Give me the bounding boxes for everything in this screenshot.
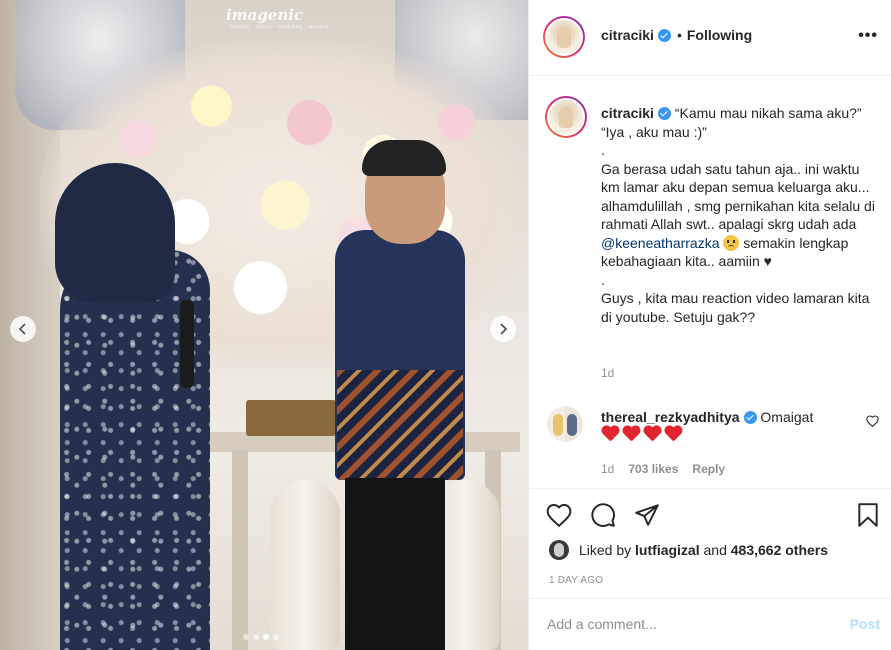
post-photo[interactable]: imagenic beauty · story · wedding · even… bbox=[0, 0, 528, 650]
verified-badge-icon bbox=[657, 28, 671, 42]
save-button[interactable] bbox=[854, 501, 882, 529]
share-button[interactable] bbox=[633, 501, 661, 529]
watermark-subtext: beauty · story · wedding · events bbox=[230, 24, 329, 30]
action-icons bbox=[545, 501, 661, 529]
author-username[interactable]: citraciki bbox=[601, 27, 654, 43]
comment-meta: 1d 703 likes Reply bbox=[601, 462, 725, 476]
like-button[interactable] bbox=[545, 501, 573, 529]
author-row: citraciki • Following bbox=[601, 27, 752, 43]
photo-table-leg bbox=[232, 450, 248, 650]
liker-username[interactable]: lutfiagizal bbox=[635, 542, 700, 558]
caption-text: citraciki “Kamu mau nikah sama aku?” “Iy… bbox=[601, 104, 881, 326]
caption-username[interactable]: citraciki bbox=[601, 105, 654, 121]
photo-watermark: imagenic beauty · story · wedding · even… bbox=[226, 6, 329, 30]
comment-input[interactable] bbox=[547, 616, 817, 632]
chevron-right-icon bbox=[500, 323, 508, 335]
caption-avatar[interactable] bbox=[545, 96, 587, 138]
commenter-username[interactable]: thereal_rezkyadhitya bbox=[601, 409, 740, 425]
comment-text: thereal_rezkyadhitya Omaigat bbox=[601, 408, 851, 426]
caption-line: Guys , kita mau reaction video lamaran k… bbox=[601, 290, 870, 325]
red-heart-emoji-icon bbox=[601, 426, 619, 442]
chevron-left-icon bbox=[18, 323, 26, 335]
watermark-text: imagenic bbox=[226, 6, 304, 24]
red-heart-emoji-icon bbox=[643, 426, 661, 442]
heart-icon bbox=[546, 504, 572, 527]
likes-others[interactable]: 483,662 others bbox=[731, 542, 828, 558]
add-comment-bar: Post bbox=[529, 598, 891, 650]
comment-body: Omaigat bbox=[760, 409, 814, 425]
commenter-avatar[interactable] bbox=[547, 406, 583, 442]
likes-suffix: and bbox=[703, 542, 727, 558]
caption-time: 1d bbox=[601, 366, 615, 380]
carousel-dot bbox=[263, 634, 269, 640]
following-button[interactable]: Following bbox=[687, 27, 752, 43]
caption-line: . bbox=[601, 142, 605, 158]
carousel-indicator bbox=[243, 634, 279, 640]
comment-icon bbox=[591, 503, 615, 527]
post-details-panel: citraciki • Following ••• citraciki “Kam… bbox=[528, 0, 891, 650]
heart-icon bbox=[866, 415, 879, 428]
comment-button[interactable] bbox=[589, 501, 617, 529]
photo-man-trousers bbox=[345, 478, 445, 650]
post-header: citraciki • Following ••• bbox=[529, 0, 891, 76]
verified-badge-icon bbox=[743, 411, 757, 424]
comment-likes[interactable]: 703 likes bbox=[628, 462, 678, 476]
more-options-icon[interactable]: ••• bbox=[858, 27, 878, 45]
photo-man-batik bbox=[337, 370, 463, 480]
photo-vase bbox=[270, 480, 340, 650]
likes-prefix: Liked by bbox=[579, 542, 632, 558]
comment-reply-button[interactable]: Reply bbox=[692, 462, 725, 476]
carousel-dot bbox=[243, 634, 249, 640]
comment-like-button[interactable] bbox=[866, 414, 879, 432]
liker-avatar[interactable] bbox=[549, 540, 569, 560]
post-date: 1 DAY AGO bbox=[549, 575, 604, 586]
carousel-dot bbox=[253, 634, 259, 640]
carousel-dot bbox=[273, 634, 279, 640]
caption-mention-link[interactable]: @keeneatharrazka bbox=[601, 235, 720, 251]
caption-line: . bbox=[601, 271, 605, 288]
photo-man-hair bbox=[362, 140, 446, 176]
carousel-prev-button[interactable] bbox=[10, 316, 36, 342]
red-heart-emoji-icon bbox=[622, 426, 640, 442]
red-heart-emoji-icon bbox=[664, 426, 682, 442]
separator-dot: • bbox=[676, 27, 682, 43]
caption-line: Ga berasa udah satu tahun aja.. ini wakt… bbox=[601, 160, 875, 233]
paper-plane-icon bbox=[635, 504, 659, 526]
post-comment-button[interactable]: Post bbox=[850, 616, 880, 632]
worried-face-emoji-icon bbox=[723, 234, 740, 251]
comment-hearts bbox=[601, 426, 682, 442]
likes-summary: Liked by lutfiagizal and 483,662 others bbox=[549, 540, 828, 560]
verified-badge-icon bbox=[657, 107, 671, 120]
author-avatar[interactable] bbox=[543, 16, 585, 58]
bookmark-icon bbox=[858, 503, 878, 527]
carousel-next-button[interactable] bbox=[490, 316, 516, 342]
post-actions: Liked by lutfiagizal and 483,662 others … bbox=[529, 488, 891, 598]
comment-time: 1d bbox=[601, 462, 615, 476]
photo-microphone bbox=[180, 300, 194, 388]
photo-gift-box bbox=[246, 400, 336, 436]
photo-woman-hijab bbox=[55, 163, 175, 303]
